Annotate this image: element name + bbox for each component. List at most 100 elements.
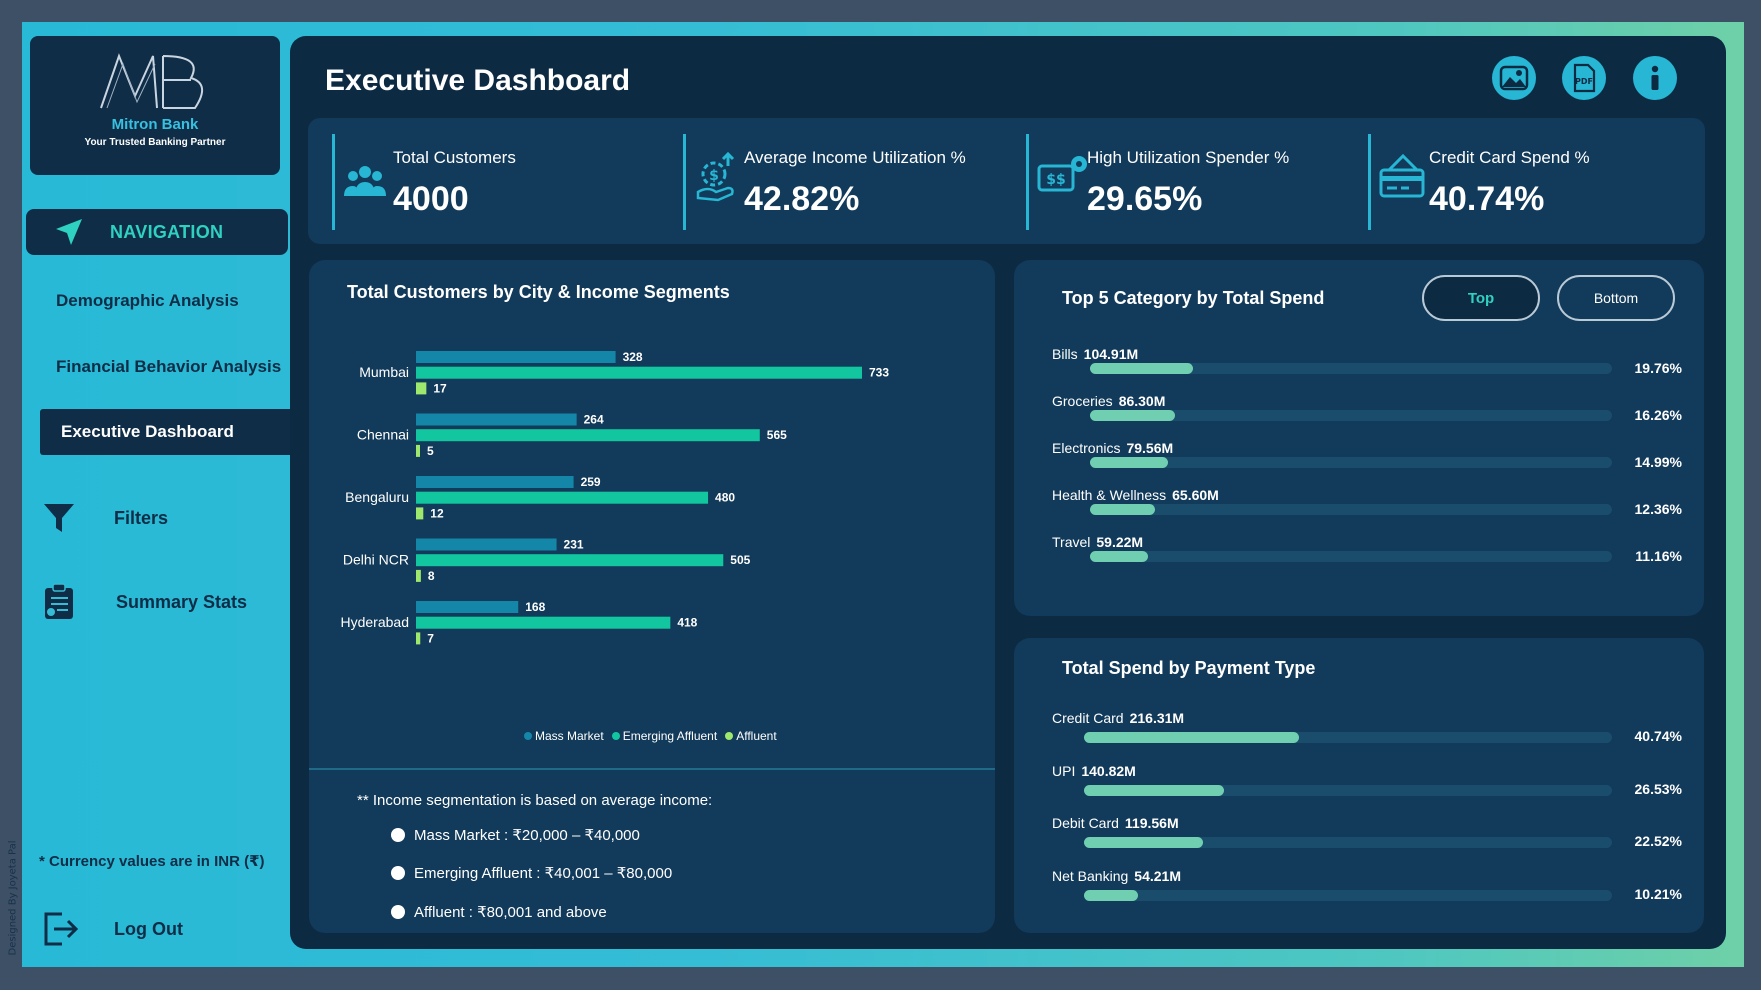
- category-progress-track: [1090, 363, 1612, 374]
- income-utilization-icon: $: [696, 152, 735, 202]
- bar-affluent[interactable]: [416, 569, 421, 582]
- bar-mass-market[interactable]: [416, 538, 557, 551]
- category-label: Electronics 79.56M: [1052, 440, 1173, 456]
- payment-row[interactable]: Debit Card 119.56M 22.52%: [1052, 815, 1682, 855]
- toggle-top-button[interactable]: Top: [1422, 275, 1540, 321]
- category-progress-track: [1090, 410, 1612, 421]
- logout-label: Log Out: [114, 918, 183, 939]
- kpi-average-income-utilization: $ Average Income Utilization % 42.82%: [683, 134, 983, 230]
- bar-affluent[interactable]: [416, 444, 420, 457]
- pdf-icon: PDF: [1573, 63, 1596, 93]
- nav-financial-behavior-analysis[interactable]: Financial Behavior Analysis: [56, 357, 281, 377]
- legend-item-affluent[interactable]: Affluent: [725, 729, 777, 743]
- bar-emerging-affluent[interactable]: [416, 429, 760, 442]
- category-row[interactable]: Bills 104.91M 19.76%: [1052, 346, 1682, 386]
- category-percent: 16.26%: [1634, 407, 1682, 423]
- payment-panel-title: Total Spend by Payment Type: [1062, 658, 1316, 678]
- bank-name: Mitron Bank: [111, 116, 199, 133]
- category-progress-track: [1090, 504, 1612, 515]
- category-row[interactable]: Health & Wellness 65.60M 12.36%: [1052, 487, 1682, 527]
- bar-emerging-affluent[interactable]: [416, 491, 709, 504]
- category-progress-fill: [1090, 457, 1168, 468]
- category-row[interactable]: Travel 59.22M 11.16%: [1052, 534, 1682, 574]
- bar-mass-market[interactable]: [416, 351, 616, 363]
- bar-affluent[interactable]: [416, 507, 424, 520]
- payment-row[interactable]: Credit Card 216.31M 40.74%: [1052, 710, 1682, 750]
- payment-type-panel: Total Spend by Payment Type Credit Card 2…: [1014, 638, 1704, 933]
- navigation-label: NAVIGATION: [110, 221, 224, 242]
- category-row[interactable]: Groceries 86.30M 16.26%: [1052, 393, 1682, 433]
- city-axis-label: Hyderabad: [341, 614, 410, 630]
- city-income-panel: Total Customers by City & Income Segment…: [309, 260, 995, 933]
- nav-demographic-analysis[interactable]: Demographic Analysis: [56, 291, 239, 311]
- filter-funnel-icon: [44, 504, 74, 532]
- category-progress-fill: [1090, 551, 1148, 562]
- bar-data-label: 231: [564, 538, 584, 552]
- info-button[interactable]: [1633, 56, 1677, 100]
- category-percent: 14.99%: [1634, 454, 1682, 470]
- city-axis-label: Bengaluru: [345, 489, 409, 505]
- bank-logo-icon: [100, 53, 203, 109]
- payment-label: Credit Card 216.31M: [1052, 710, 1184, 726]
- bar-mass-market[interactable]: [416, 601, 519, 613]
- bar-data-label: 259: [581, 475, 601, 489]
- bar-affluent[interactable]: [416, 632, 421, 645]
- image-export-button[interactable]: [1492, 56, 1536, 100]
- summary-stats-button[interactable]: Summary Stats: [42, 583, 247, 621]
- svg-text:PDF: PDF: [1575, 77, 1593, 86]
- payment-amount: 119.56M: [1124, 815, 1179, 831]
- bar-mass-market[interactable]: [416, 413, 577, 426]
- payment-label: UPI 140.82M: [1052, 763, 1136, 779]
- payment-progress-fill: [1084, 889, 1138, 901]
- nav-executive-dashboard[interactable]: Executive Dashboard: [40, 409, 290, 455]
- category-row[interactable]: Electronics 79.56M 14.99%: [1052, 440, 1682, 480]
- category-progress-track: [1090, 457, 1612, 468]
- payment-name: Debit Card: [1052, 815, 1119, 831]
- spender-icon: $$: [1037, 156, 1087, 192]
- payment-name: Net Banking: [1052, 867, 1129, 884]
- filters-label: Filters: [114, 507, 169, 528]
- kpi-label: Average Income Utilization %: [744, 148, 966, 167]
- bar-data-label: 12: [430, 506, 444, 520]
- kpi-value: 29.65%: [1087, 180, 1203, 218]
- bar-emerging-affluent[interactable]: [416, 554, 724, 567]
- bar-mass-market[interactable]: [416, 476, 574, 488]
- kpi-value: 4000: [393, 180, 469, 218]
- payment-progress-fill: [1084, 837, 1203, 848]
- pdf-export-button[interactable]: PDF: [1562, 56, 1606, 100]
- designer-credit: Designed By Joyeta Pal: [7, 840, 19, 956]
- category-amount: 59.22M: [1096, 534, 1144, 550]
- legend-dot-icon: [611, 732, 620, 740]
- toggle-bottom-button[interactable]: Bottom: [1557, 275, 1675, 321]
- category-percent: 19.76%: [1634, 360, 1682, 376]
- kpi-high-utilization-spender: $$ High Utilization Spender % 29.65%: [1026, 134, 1326, 230]
- logout-icon: [44, 912, 79, 946]
- bar-emerging-affluent[interactable]: [416, 616, 671, 629]
- legend-dot-icon: [725, 732, 734, 740]
- bar-data-label: 328: [623, 350, 643, 364]
- payment-name: Credit Card: [1052, 710, 1124, 726]
- payment-amount: 54.21M: [1134, 867, 1181, 884]
- payment-row[interactable]: UPI 140.82M 26.53%: [1052, 763, 1682, 803]
- logout-button[interactable]: Log Out: [40, 909, 183, 949]
- legend-item-emerging-affluent[interactable]: Emerging Affluent: [611, 729, 717, 743]
- payment-label: Debit Card 119.56M: [1052, 815, 1179, 831]
- bar-data-label: 264: [584, 413, 604, 427]
- payment-percent: 40.74%: [1634, 728, 1682, 744]
- payment-percent: 10.21%: [1634, 885, 1682, 902]
- bar-data-label: 168: [525, 600, 545, 614]
- legend-item-mass-market[interactable]: Mass Market: [524, 729, 604, 743]
- payment-row[interactable]: Net Banking 54.21M 10.21%: [1052, 868, 1682, 908]
- legend-dot-icon: [524, 732, 532, 740]
- bar-affluent[interactable]: [416, 382, 427, 395]
- clipboard-icon: [45, 583, 73, 619]
- category-percent: 12.36%: [1634, 501, 1682, 517]
- kpi-value: 42.82%: [744, 180, 860, 218]
- filters-button[interactable]: Filters: [42, 502, 168, 534]
- category-name: Electronics: [1052, 440, 1121, 456]
- city-axis-label: Mumbai: [359, 364, 409, 380]
- bar-data-label: 733: [869, 366, 889, 380]
- main-content: Executive Dashboard PDF Total Customers: [290, 36, 1726, 949]
- logo-card: Mitron Bank Your Trusted Banking Partner: [30, 36, 280, 175]
- bar-emerging-affluent[interactable]: [416, 366, 862, 379]
